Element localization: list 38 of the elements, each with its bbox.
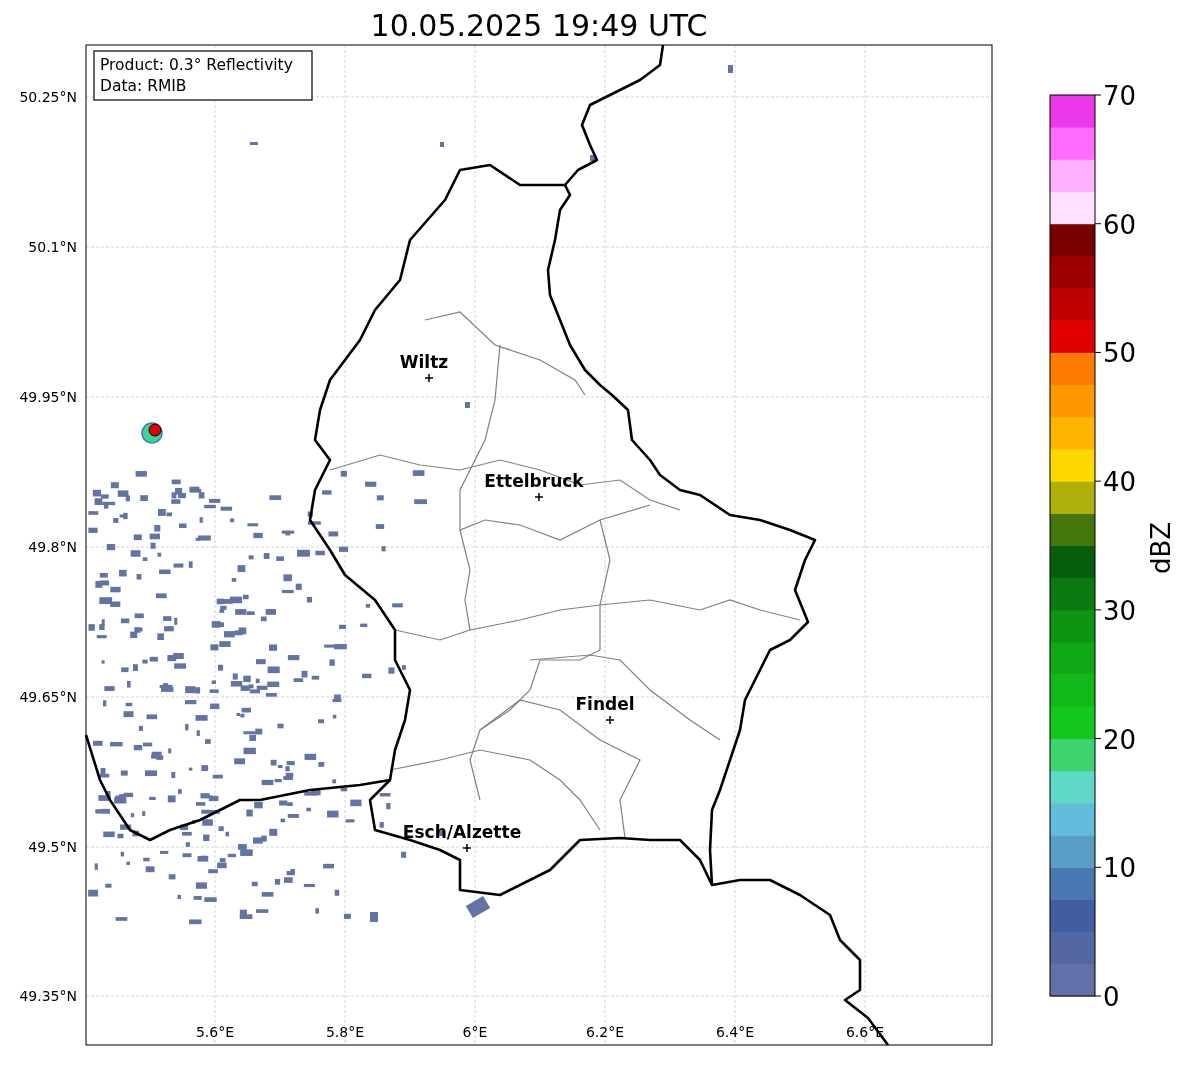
- radar-echo: [440, 142, 444, 147]
- colorbar-tick-label: 30: [1103, 595, 1137, 626]
- colorbar-tick-label: 70: [1103, 81, 1137, 111]
- city-marker-icon: [424, 373, 434, 383]
- colorbar-tick-label: 20: [1103, 724, 1137, 755]
- latitude-label: 49.65°N: [19, 689, 77, 705]
- city-label: Esch/Alzette: [402, 822, 522, 842]
- radar-echo: [728, 65, 733, 73]
- city-marker-icon: [534, 492, 544, 502]
- latitude-label: 50.1°N: [28, 239, 77, 255]
- city-label: Findel: [575, 694, 635, 714]
- latitude-label: 49.5°N: [28, 839, 77, 855]
- map-title: 10.05.2025 19:49 UTC: [370, 8, 708, 43]
- longitude-label: 6.4°E: [715, 1024, 755, 1040]
- longitude-label: 5.6°E: [195, 1024, 235, 1040]
- longitude-label: 6.2°E: [585, 1024, 625, 1040]
- radar-echo: [590, 155, 596, 161]
- longitude-label: 6°E: [462, 1024, 488, 1040]
- city-marker-icon: [462, 843, 472, 853]
- latitude-label: 49.35°N: [19, 988, 77, 1004]
- colorbar-axis-label: dBZ: [1146, 521, 1176, 575]
- city-label: Ettelbruck: [484, 471, 584, 491]
- city-marker-icon: [605, 715, 615, 725]
- colorbar-tick-label: 60: [1103, 209, 1137, 240]
- radar-echo: [465, 402, 470, 408]
- latitude-label: 50.25°N: [19, 89, 77, 105]
- colorbar-tick-label: 50: [1103, 338, 1137, 369]
- legend-text: Data: RMIB: [100, 77, 187, 95]
- latitude-label: 49.8°N: [28, 539, 77, 555]
- legend-text: Product: 0.3° Reflectivity: [100, 56, 293, 74]
- city-label: Wiltz: [399, 352, 449, 372]
- radar-site-icon: [141, 422, 163, 444]
- colorbar-tick-label: 10: [1103, 853, 1137, 884]
- longitude-label: 5.8°E: [325, 1024, 365, 1040]
- colorbar-tick-label: 0: [1103, 982, 1120, 1012]
- colorbar-tick-label: 40: [1103, 467, 1137, 498]
- radar-echo: [250, 142, 258, 145]
- latitude-label: 49.95°N: [19, 389, 77, 405]
